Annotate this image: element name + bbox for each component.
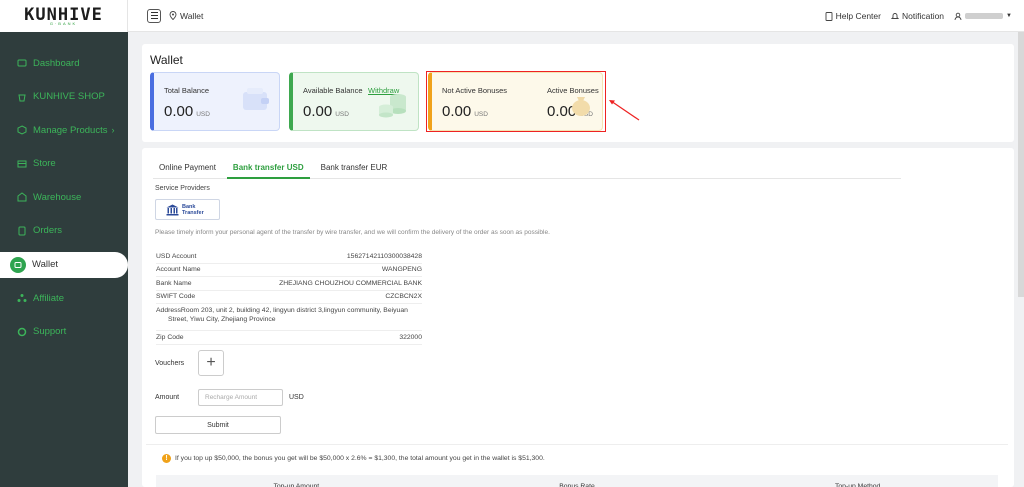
- payment-tabs: Online Payment Bank transfer USD Bank tr…: [153, 158, 901, 179]
- sidebar-item-label: Warehouse: [33, 191, 82, 203]
- location-pin-icon: [169, 11, 177, 20]
- box-icon: [16, 125, 27, 136]
- sidebar-item-label: Affiliate: [33, 292, 64, 304]
- bonuses-highlight-box: [426, 71, 606, 132]
- dashboard-icon: [16, 58, 27, 69]
- column-header: Top-up Amount: [273, 483, 320, 487]
- column-header: Top-up Method: [835, 483, 881, 487]
- page-title: Wallet: [150, 53, 183, 67]
- available-balance-card: Available Balance Withdraw 0.00 USD: [289, 72, 419, 131]
- scrollbar[interactable]: [1018, 32, 1024, 297]
- tab-online-payment[interactable]: Online Payment: [153, 158, 222, 179]
- bank-transfer-provider[interactable]: Bank Transfer: [155, 199, 220, 220]
- amount-input[interactable]: Recharge Amount: [198, 389, 283, 406]
- payment-card: Online Payment Bank transfer USD Bank tr…: [142, 148, 1014, 487]
- store-icon: [16, 158, 27, 169]
- upload-voucher-button[interactable]: +: [198, 350, 224, 376]
- sidebar-item-label: Orders: [33, 225, 63, 237]
- bank-icon: [166, 204, 179, 215]
- menu-toggle-button[interactable]: [147, 8, 161, 23]
- sidebar-item-store[interactable]: Store: [0, 151, 128, 177]
- address-value: AddressRoom 203, unit 2, building 42, li…: [156, 307, 408, 323]
- table-row: AddressRoom 203, unit 2, building 42, li…: [156, 304, 422, 331]
- help-center-label: Help Center: [835, 11, 881, 21]
- chevron-down-icon: ▼: [1006, 13, 1012, 19]
- support-icon: [16, 326, 27, 337]
- annotation-arrow-icon: [609, 100, 640, 121]
- sidebar-item-label: KUNHIVE SHOP: [33, 91, 105, 103]
- sidebar-item-shop[interactable]: KUNHIVE SHOP: [0, 84, 128, 110]
- total-balance-label: Total Balance: [164, 86, 210, 95]
- table-row: Zip Code 322000: [156, 331, 422, 345]
- total-balance-value: 0.00 USD: [164, 103, 210, 120]
- help-center-link[interactable]: Help Center: [825, 11, 881, 21]
- sidebar-item-manage-products[interactable]: Manage Products ›: [0, 117, 128, 143]
- sidebar-item-wallet[interactable]: Wallet: [0, 251, 128, 278]
- bonus-note-text: If you top up $50,000, the bonus you get…: [175, 455, 545, 462]
- sidebar-item-label: Support: [33, 326, 67, 338]
- warning-icon: !: [162, 454, 171, 463]
- sidebar-item-label: Manage Products: [33, 124, 108, 136]
- table-row: Bank Name ZHEJIANG CHOUZHOU COMMERCIAL BA…: [156, 277, 422, 291]
- shop-icon: [16, 91, 27, 102]
- notification-link[interactable]: Notification: [890, 11, 945, 21]
- service-providers-label: Service Providers: [155, 185, 210, 192]
- currency-label: USD: [289, 394, 304, 401]
- submit-button[interactable]: Submit: [155, 416, 281, 434]
- sidebar-item-affiliate[interactable]: Affiliate: [0, 285, 128, 311]
- total-balance-card: Total Balance 0.00 USD: [150, 72, 280, 131]
- table-row: SWIFT Code CZCBCN2X: [156, 291, 422, 304]
- bonus-panel: ! If you top up $50,000, the bonus you g…: [146, 444, 1008, 487]
- table-row: Account Name WANGPENG: [156, 264, 422, 277]
- vouchers-label: Vouchers: [155, 360, 185, 367]
- sidebar-item-label: Wallet: [32, 259, 59, 271]
- tab-bank-transfer-usd[interactable]: Bank transfer USD: [226, 158, 310, 179]
- sidebar-item-dashboard[interactable]: Dashboard: [0, 50, 128, 76]
- sidebar-item-support[interactable]: Support: [0, 319, 128, 345]
- warehouse-icon: [16, 192, 27, 203]
- plus-icon: +: [206, 354, 216, 371]
- user-menu[interactable]: ▼: [954, 12, 1012, 21]
- available-balance-label: Available Balance: [303, 86, 363, 95]
- amount-label: Amount: [155, 394, 180, 401]
- affiliate-icon: [16, 293, 27, 304]
- topbar: Wallet Help Center Notification ▼: [128, 0, 1024, 32]
- table-row: USD Account 15627142110300038428: [156, 250, 422, 264]
- bonus-note: ! If you top up $50,000, the bonus you g…: [162, 454, 545, 463]
- sidebar-item-label: Store: [33, 158, 56, 170]
- document-icon: [825, 11, 833, 21]
- logo-subtitle: G·BANK: [49, 20, 78, 26]
- sidebar-nav: Dashboard KUNHIVE SHOP Manage Products ›…: [0, 32, 128, 345]
- coins-illustration-icon: [379, 94, 406, 118]
- breadcrumb: Wallet: [169, 11, 203, 21]
- bank-info-table: USD Account 15627142110300038428 Account …: [156, 250, 422, 345]
- notification-label: Notification: [901, 11, 945, 21]
- sidebar-item-label: Dashboard: [33, 57, 80, 69]
- transfer-notice: Please timely inform your personal agent…: [155, 229, 550, 236]
- sidebar-item-orders[interactable]: Orders: [0, 218, 128, 244]
- tab-bank-transfer-eur[interactable]: Bank transfer EUR: [315, 158, 394, 179]
- wallet-icon: [10, 256, 26, 273]
- available-balance-value: 0.00 USD: [303, 103, 349, 120]
- bonus-table-header: Top-up Amount Bonus Rate Top-up Method: [156, 475, 998, 487]
- column-header: Bonus Rate: [559, 483, 595, 487]
- orders-icon: [16, 225, 27, 236]
- logo[interactable]: KUNHIVE G·BANK: [0, 0, 128, 32]
- user-icon: [954, 12, 962, 20]
- sidebar: KUNHIVE G·BANK Dashboard KUNHIVE SHOP Ma…: [0, 0, 128, 487]
- bell-icon: [890, 12, 899, 19]
- bank-transfer-label: Bank Transfer: [182, 203, 204, 216]
- topbar-actions: Help Center Notification ▼: [825, 0, 1012, 32]
- breadcrumb-label: Wallet: [180, 10, 204, 21]
- chevron-right-icon: ›: [111, 125, 115, 136]
- username-redacted: [965, 13, 1004, 19]
- wallet-illustration-icon: [243, 88, 269, 110]
- sidebar-item-warehouse[interactable]: Warehouse: [0, 184, 128, 210]
